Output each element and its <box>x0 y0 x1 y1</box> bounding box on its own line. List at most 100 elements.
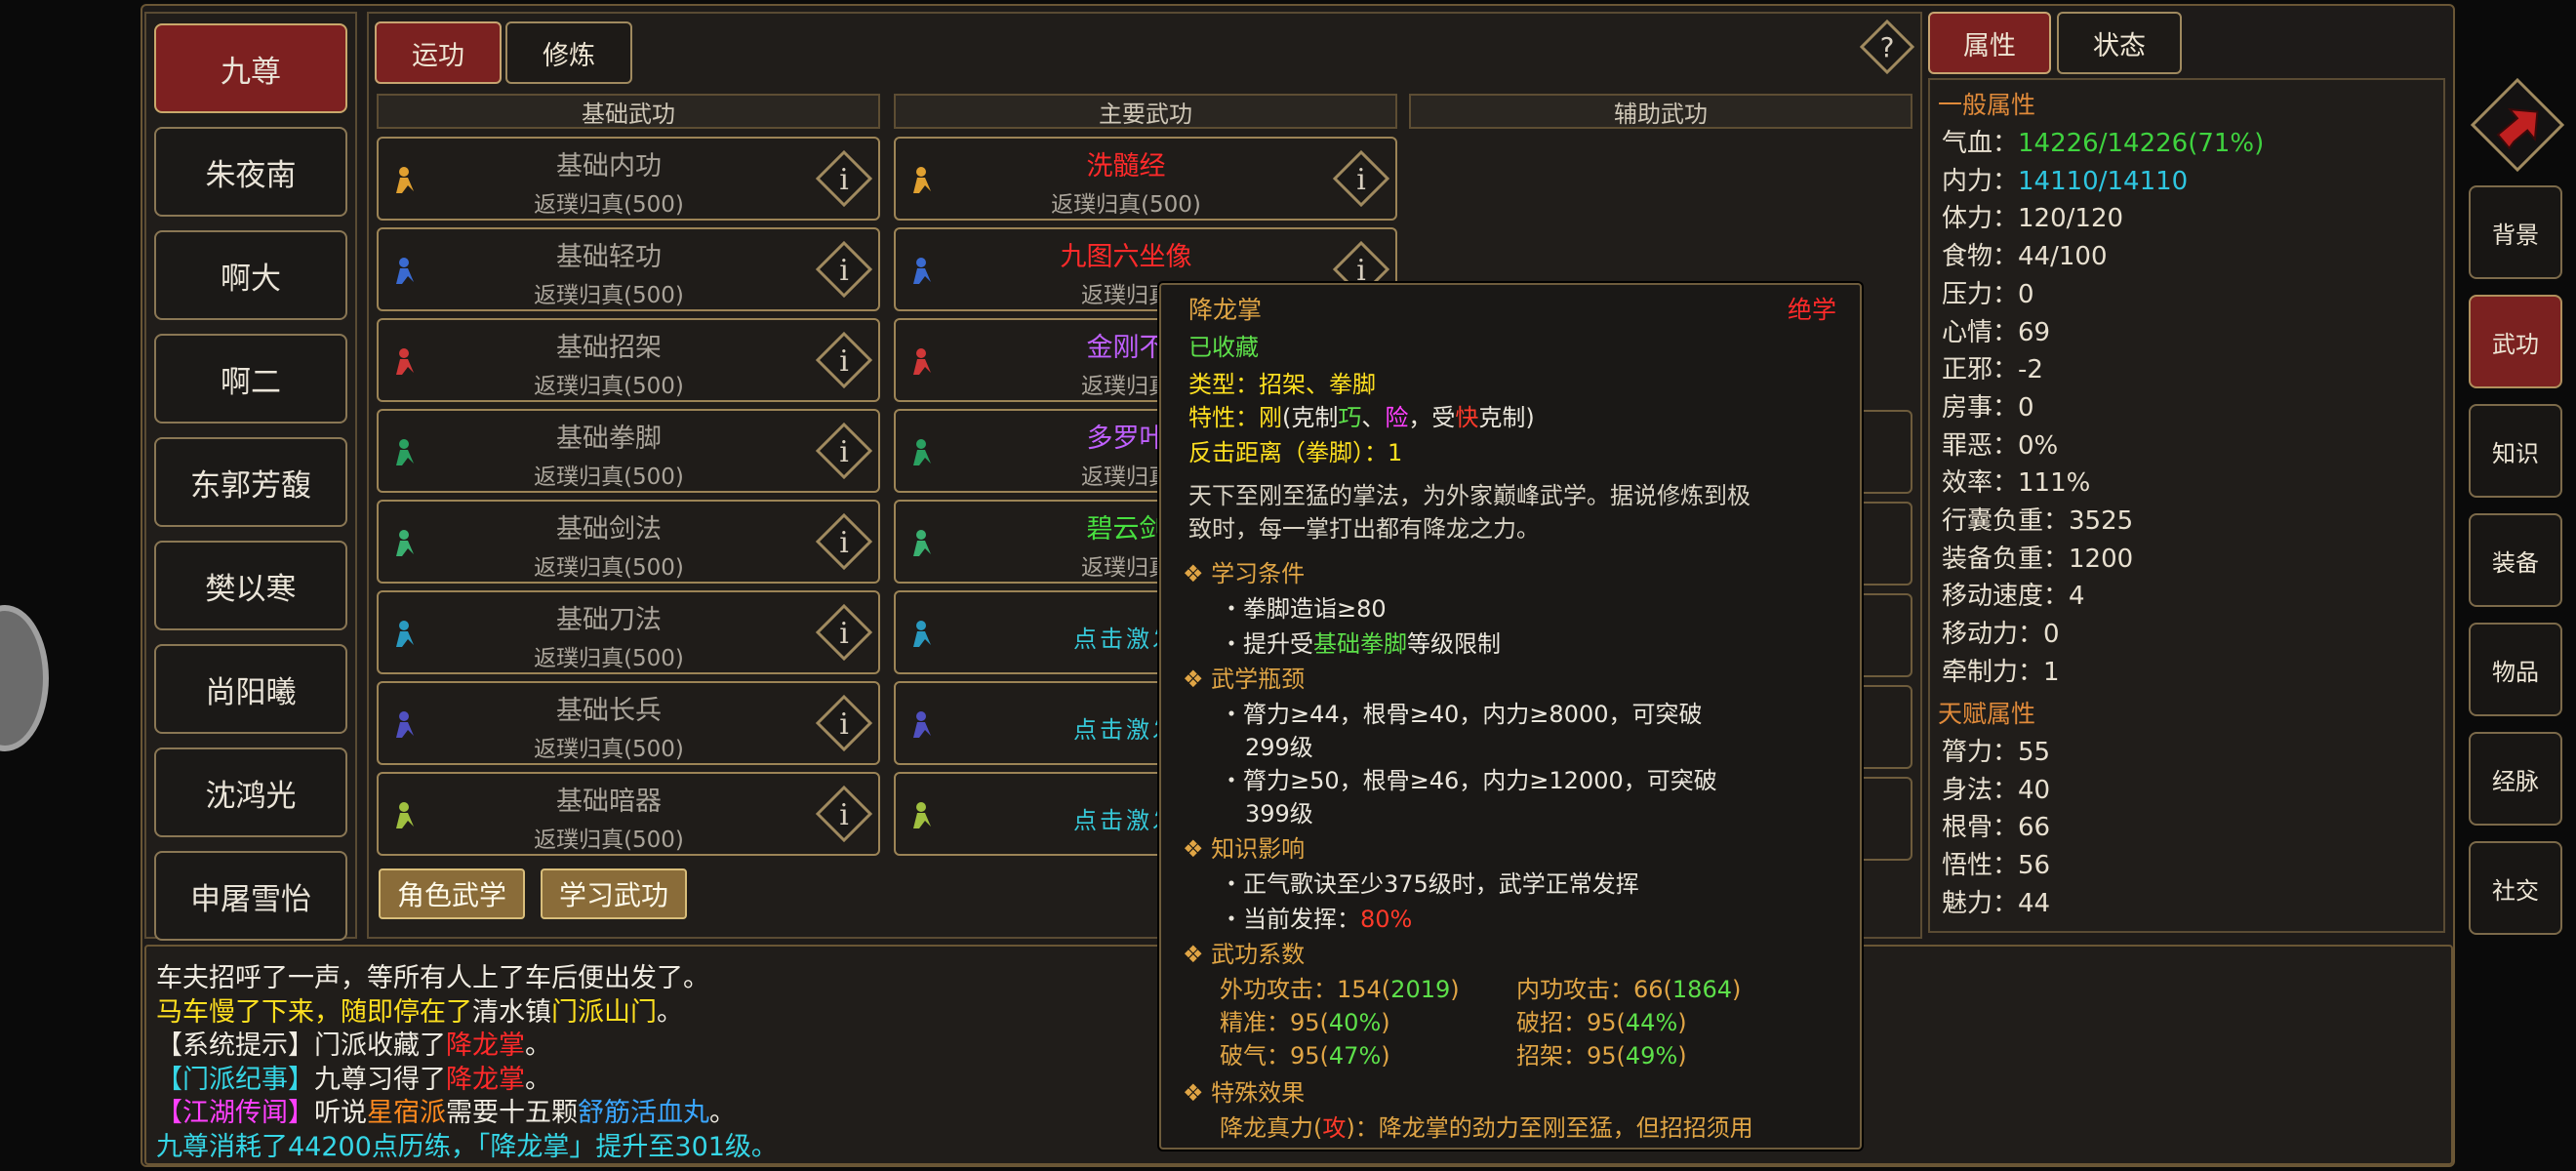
side-nav-button[interactable]: 背景 <box>2469 185 2562 279</box>
attribute-value: 4 <box>2069 582 2085 612</box>
diamond-icon: ❖ <box>1183 941 1212 968</box>
attribute-row: 装备负重：1200 <box>1942 539 2133 575</box>
basic-skill-slot[interactable]: 基础轻功 返璞归真(500) i <box>377 227 880 311</box>
basic-skill-slot[interactable]: 基础招架 返璞归真(500) i <box>377 318 880 402</box>
attribute-row: 身法：40 <box>1942 770 2050 806</box>
skill-name: 基础暗器 <box>556 787 662 817</box>
side-nav-button[interactable]: 武功 <box>2469 295 2562 388</box>
basic-skill-slot[interactable]: 基础剑法 返璞归真(500) i <box>377 500 880 584</box>
tooltip-type: 类型：招架、拳脚 <box>1188 371 1376 398</box>
back-arrow-button[interactable] <box>2469 76 2566 174</box>
help-icon[interactable]: ? <box>1860 20 1914 74</box>
coef-accuracy: 精准：95(40%) <box>1220 1009 1390 1036</box>
side-nav-button[interactable]: 物品 <box>2469 623 2562 716</box>
character-button[interactable]: 啊二 <box>154 334 347 424</box>
log-line: 九尊消耗了44200点历练，「降龙掌」提升至301级。 <box>156 1125 778 1163</box>
side-nav-button[interactable]: 社交 <box>2469 841 2562 935</box>
attribute-value: 55 <box>2018 738 2051 767</box>
main-skill-slot[interactable]: 洗髓经 返璞归真(500) i <box>894 137 1397 221</box>
bottleneck-line: ・膂力≥50，根骨≥46，内力≥12000，可突破 <box>1220 767 1717 794</box>
character-button[interactable]: 啊大 <box>154 230 347 320</box>
martial-figure-icon <box>396 258 414 284</box>
character-button[interactable]: 朱夜南 <box>154 127 347 217</box>
coef-parry: 招架：95(49%) <box>1516 1042 1687 1070</box>
diamond-icon: ❖ <box>1183 560 1212 587</box>
learn-martial-button[interactable]: 学习武功 <box>541 868 687 919</box>
log-segment: 星宿派 <box>367 1098 446 1128</box>
info-icon[interactable]: i <box>816 695 872 751</box>
martial-figure-icon <box>396 348 414 375</box>
attribute-row: 正邪：-2 <box>1942 349 2043 385</box>
basic-skill-slot[interactable]: 基础暗器 返璞归真(500) i <box>377 772 880 856</box>
attribute-label: 内力： <box>1942 166 2019 196</box>
skill-level: 返璞归真(500) <box>534 646 684 671</box>
bottleneck-line: 399级 <box>1245 800 1313 828</box>
martial-figure-icon <box>913 530 931 556</box>
character-button[interactable]: 尚阳曦 <box>154 644 347 734</box>
basic-skill-slot[interactable]: 基础拳脚 返璞归真(500) i <box>377 409 880 493</box>
info-icon[interactable]: i <box>816 786 872 842</box>
character-button[interactable]: 申屠雪怡 <box>154 851 347 941</box>
attribute-value: -2 <box>2018 355 2043 385</box>
tab-cultivate[interactable]: 修炼 <box>505 21 632 84</box>
info-icon[interactable]: i <box>816 423 872 479</box>
attribute-row: 气血：14226/14226(71%) <box>1942 123 2264 159</box>
basic-skill-slot[interactable]: 基础长兵 返璞归真(500) i <box>377 681 880 765</box>
column-aux: 辅助武功 <box>1409 94 1912 129</box>
tab-attributes[interactable]: 属性 <box>1928 12 2051 74</box>
side-nav-button[interactable]: 装备 <box>2469 513 2562 607</box>
attribute-row: 膂力：55 <box>1942 732 2050 768</box>
attribute-label: 牵制力： <box>1942 657 2044 687</box>
role-martial-button[interactable]: 角色武学 <box>379 868 525 919</box>
martial-figure-icon <box>913 348 931 375</box>
floating-ring-widget[interactable] <box>0 605 49 751</box>
character-button[interactable]: 九尊 <box>154 23 347 113</box>
attribute-label: 体力： <box>1942 204 2019 234</box>
svg-text:i: i <box>839 254 849 288</box>
trait-xian: 险 <box>1385 404 1409 431</box>
basic-skill-slot[interactable]: 基础内功 返璞归真(500) i <box>377 137 880 221</box>
knowledge-line: ・正气歌诀至少375级时，武学正常发挥 <box>1220 870 1639 898</box>
learn-text: 等级限制 <box>1407 630 1501 658</box>
attribute-value: 56 <box>2018 851 2051 881</box>
info-icon[interactable]: i <box>816 241 872 298</box>
martial-figure-icon <box>913 258 931 284</box>
attribute-row: 体力：120/120 <box>1942 198 2123 234</box>
side-nav-button[interactable]: 知识 <box>2469 404 2562 498</box>
basic-skill-slot[interactable]: 基础刀法 返璞归真(500) i <box>377 590 880 674</box>
character-button[interactable]: 沈鸿光 <box>154 747 347 837</box>
knowledge-title: ❖ 知识影响 <box>1183 829 1305 864</box>
coef-outer: 外功攻击：154(2019) <box>1220 976 1460 1003</box>
martial-figure-icon <box>913 167 931 193</box>
tab-practice[interactable]: 运功 <box>375 21 502 84</box>
side-nav-button[interactable]: 经脉 <box>2469 732 2562 826</box>
tooltip-skill-grade: 绝学 <box>1787 296 1836 324</box>
info-icon[interactable]: i <box>816 150 872 207</box>
attribute-row: 根骨：66 <box>1942 807 2050 843</box>
tooltip-desc: 致时，每一掌打出都有降龙之力。 <box>1188 515 1540 543</box>
info-icon[interactable]: i <box>816 332 872 388</box>
knowledge-text: ・当前发挥： <box>1220 906 1360 933</box>
character-button[interactable]: 樊以寒 <box>154 541 347 630</box>
martial-figure-icon <box>913 439 931 465</box>
attribute-value: 14226/14226(71%) <box>2018 129 2265 158</box>
info-icon[interactable]: i <box>816 604 872 661</box>
info-icon[interactable]: i <box>1333 150 1389 207</box>
knowledge-percent: 80% <box>1360 906 1413 933</box>
skill-name: 基础招架 <box>556 333 662 363</box>
attribute-label: 移动力： <box>1942 620 2044 650</box>
tab-status[interactable]: 状态 <box>2057 12 2182 74</box>
attribute-label: 正邪： <box>1942 355 2019 385</box>
attribute-label: 心情： <box>1942 317 2019 347</box>
learn-skill: 基础拳脚 <box>1313 630 1407 658</box>
special-effect-title: ❖ 特殊效果 <box>1183 1073 1305 1108</box>
info-icon[interactable]: i <box>816 513 872 570</box>
skill-name: 基础剑法 <box>556 514 662 545</box>
coef-qi: 破气：95(47%) <box>1220 1042 1390 1070</box>
trait-kuai: 快 <box>1455 404 1479 431</box>
bottleneck-line: ・膂力≥44，根骨≥40，内力≥8000，可突破 <box>1220 701 1703 728</box>
svg-text:i: i <box>839 526 849 560</box>
log-segment: 马车慢了下来，随即停在了 <box>156 996 472 1028</box>
character-button[interactable]: 东郭芳馥 <box>154 437 347 527</box>
learn-condition: ・拳脚造诣≥80 <box>1220 595 1387 623</box>
